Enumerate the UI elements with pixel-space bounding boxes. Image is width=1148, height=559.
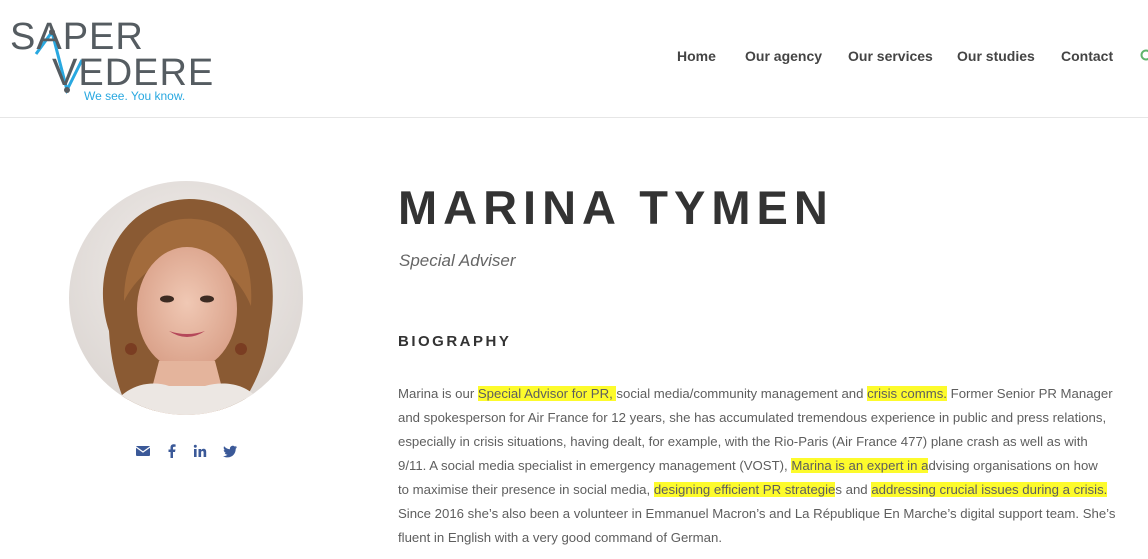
bio-line: and spokesperson for Air France for 12 y… [398,406,1143,430]
profile-photo [69,181,303,415]
bio-text: Marina is our [398,386,478,401]
bio-line: Marina is our Special Advisor for PR, so… [398,382,1143,406]
nav-our-agency[interactable]: Our agency [745,48,822,64]
main-nav: Home Our agency Our services Our studies… [0,48,1148,68]
bio-highlight: Special Advisor for PR, [477,386,617,401]
biography-text: Marina is our Special Advisor for PR, so… [398,382,1143,550]
bio-text: dvising organisations on how [928,458,1098,473]
nav-home[interactable]: Home [677,48,716,64]
linkedin-icon[interactable] [192,443,208,459]
bio-line: Since 2016 she’s also been a volunteer i… [398,502,1143,526]
nav-contact[interactable]: Contact [1061,48,1113,64]
envelope-icon[interactable] [135,443,151,459]
site-header: SAPER VEDERE We see. You know. Home Our … [0,0,1148,118]
profile-name: MARINA TYMEN [398,181,834,234]
bio-text: to maximise their presence in social med… [398,482,654,497]
bio-text: social media/community management and [616,386,868,401]
bio-highlight: designing efficient PR strategie [653,482,836,497]
social-links [0,443,400,463]
bio-line: especially in crisis situations, having … [398,430,1143,454]
bio-text: 9/11. A social media specialist in emerg… [398,458,792,473]
bio-text: Since 2016 she’s also been a volunteer i… [398,506,1116,521]
profile-role: Special Adviser [399,251,516,270]
bio-text: Former Senior PR Manager [946,386,1113,401]
nav-our-services[interactable]: Our services [848,48,933,64]
bio-highlight: addressing crucial issues during a crisi… [871,482,1108,497]
bio-line: 9/11. A social media specialist in emerg… [398,454,1143,478]
twitter-icon[interactable] [222,443,238,459]
bio-line: to maximise their presence in social med… [398,478,1143,502]
search-icon[interactable] [1140,49,1148,63]
bio-highlight: Marina is an expert in a [791,458,929,473]
facebook-icon[interactable] [164,443,180,459]
bio-text: s and [835,482,872,497]
bio-text: especially in crisis situations, having … [398,434,1088,449]
bio-text: and spokesperson for Air France for 12 y… [398,410,1107,425]
bio-line: fluent in English with a very good comma… [398,526,1143,550]
nav-our-studies[interactable]: Our studies [957,48,1035,64]
logo-tagline: We see. You know. [84,89,186,103]
bio-text: fluent in English with a very good comma… [398,530,722,545]
bio-highlight: crisis comms. [867,386,947,401]
biography-heading: BIOGRAPHY [398,333,512,350]
